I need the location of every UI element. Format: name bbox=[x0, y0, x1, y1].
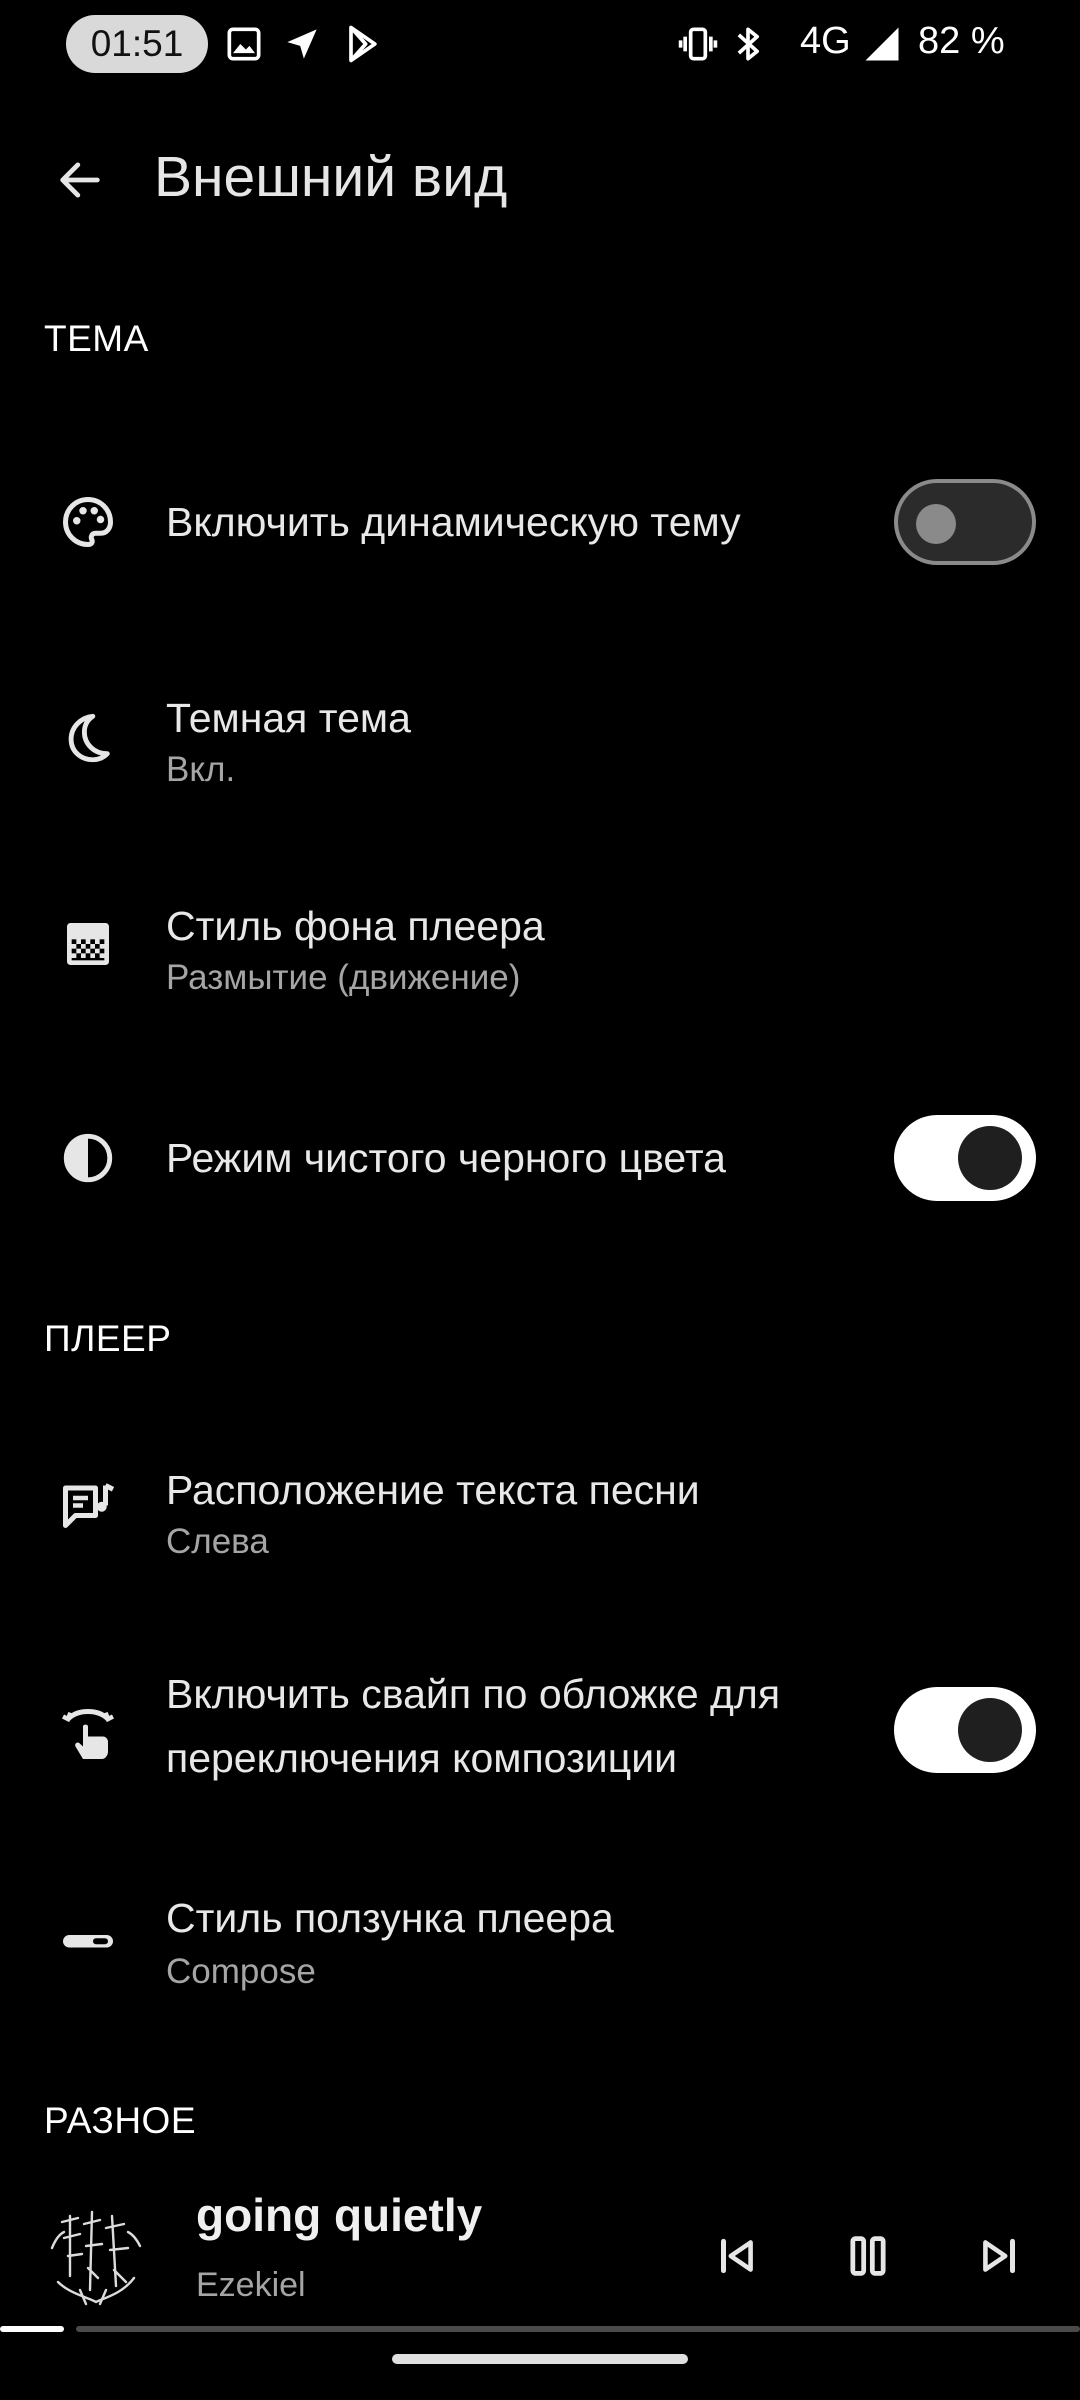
playback-progress-track[interactable] bbox=[76, 2326, 1080, 2332]
moon-icon bbox=[52, 702, 124, 774]
skip-next-icon bbox=[983, 2238, 1015, 2274]
setting-dark-theme[interactable]: Темная тема Вкл. bbox=[0, 670, 1080, 810]
signal-icon bbox=[865, 27, 899, 61]
dynamic-theme-label: Включить динамическую тему bbox=[166, 499, 741, 545]
playback-progress-fill bbox=[0, 2326, 64, 2332]
player-background-label: Стиль фона плеера bbox=[166, 903, 545, 949]
battery-level: 82 % bbox=[918, 20, 1005, 62]
pure-black-label: Режим чистого черного цвета bbox=[166, 1135, 726, 1181]
pure-black-toggle[interactable] bbox=[894, 1115, 1036, 1201]
slider-style-value: Compose bbox=[166, 1952, 316, 1991]
bluetooth-icon bbox=[737, 27, 759, 61]
slider-icon bbox=[52, 1904, 124, 1976]
back-button[interactable] bbox=[40, 140, 120, 220]
page-title: Внешний вид bbox=[154, 145, 508, 209]
lyrics-icon bbox=[52, 1472, 124, 1544]
slider-style-label: Стиль ползунка плеера bbox=[166, 1895, 614, 1941]
home-indicator[interactable] bbox=[392, 2354, 688, 2364]
section-header-player: ПЛЕЕР bbox=[44, 1318, 172, 1359]
setting-player-background[interactable]: Стиль фона плеера Размытие (движение) bbox=[0, 878, 1080, 1018]
setting-pure-black[interactable]: Режим чистого черного цвета bbox=[0, 1086, 1080, 1230]
status-time: 01:51 bbox=[66, 15, 208, 73]
gradient-icon bbox=[52, 908, 124, 980]
pause-icon bbox=[850, 2236, 886, 2276]
dark-theme-value: Вкл. bbox=[166, 750, 236, 789]
arrow-back-icon bbox=[60, 162, 100, 198]
setting-slider-style[interactable]: Стиль ползунка плеера Compose bbox=[0, 1872, 1080, 2012]
mini-player[interactable]: going quietly Ezekiel bbox=[0, 2170, 1080, 2340]
track-artist: Ezekiel bbox=[196, 2266, 306, 2304]
previous-button[interactable] bbox=[694, 2214, 778, 2298]
section-header-misc: РАЗНОЕ bbox=[44, 2100, 196, 2141]
play-store-icon bbox=[349, 25, 377, 63]
skip-previous-icon bbox=[721, 2238, 753, 2274]
setting-swipe-cover[interactable]: Включить свайп по обложке для переключен… bbox=[0, 1660, 1080, 1810]
lyrics-position-value: Слева bbox=[166, 1522, 269, 1561]
setting-lyrics-position[interactable]: Расположение текста песни Слева bbox=[0, 1442, 1080, 1582]
network-type: 4G bbox=[800, 20, 851, 62]
next-button[interactable] bbox=[958, 2214, 1042, 2298]
swipe-icon bbox=[52, 1698, 124, 1770]
swipe-cover-toggle[interactable] bbox=[894, 1687, 1036, 1773]
section-header-theme: ТЕМА bbox=[44, 318, 149, 359]
palette-icon bbox=[52, 486, 124, 558]
player-background-value: Размытие (движение) bbox=[166, 958, 521, 997]
setting-dynamic-theme[interactable]: Включить динамическую тему bbox=[0, 450, 1080, 594]
vibrate-icon bbox=[678, 27, 718, 61]
app-bar: Внешний вид bbox=[0, 120, 1080, 240]
track-title: going quietly bbox=[196, 2189, 483, 2241]
album-art[interactable] bbox=[40, 2198, 152, 2310]
lyrics-position-label: Расположение текста песни bbox=[166, 1467, 700, 1513]
swipe-cover-label-line2: переключения композиции bbox=[166, 1735, 677, 1781]
swipe-cover-label-line1: Включить свайп по обложке для bbox=[166, 1671, 781, 1717]
image-icon bbox=[227, 27, 261, 61]
location-arrow-icon bbox=[287, 29, 317, 59]
contrast-icon bbox=[52, 1122, 124, 1194]
pause-button[interactable] bbox=[826, 2214, 910, 2298]
dark-theme-label: Темная тема bbox=[166, 695, 411, 741]
dynamic-theme-toggle[interactable] bbox=[894, 479, 1036, 565]
status-bar: 01:51 4G 82 % bbox=[0, 0, 1080, 90]
